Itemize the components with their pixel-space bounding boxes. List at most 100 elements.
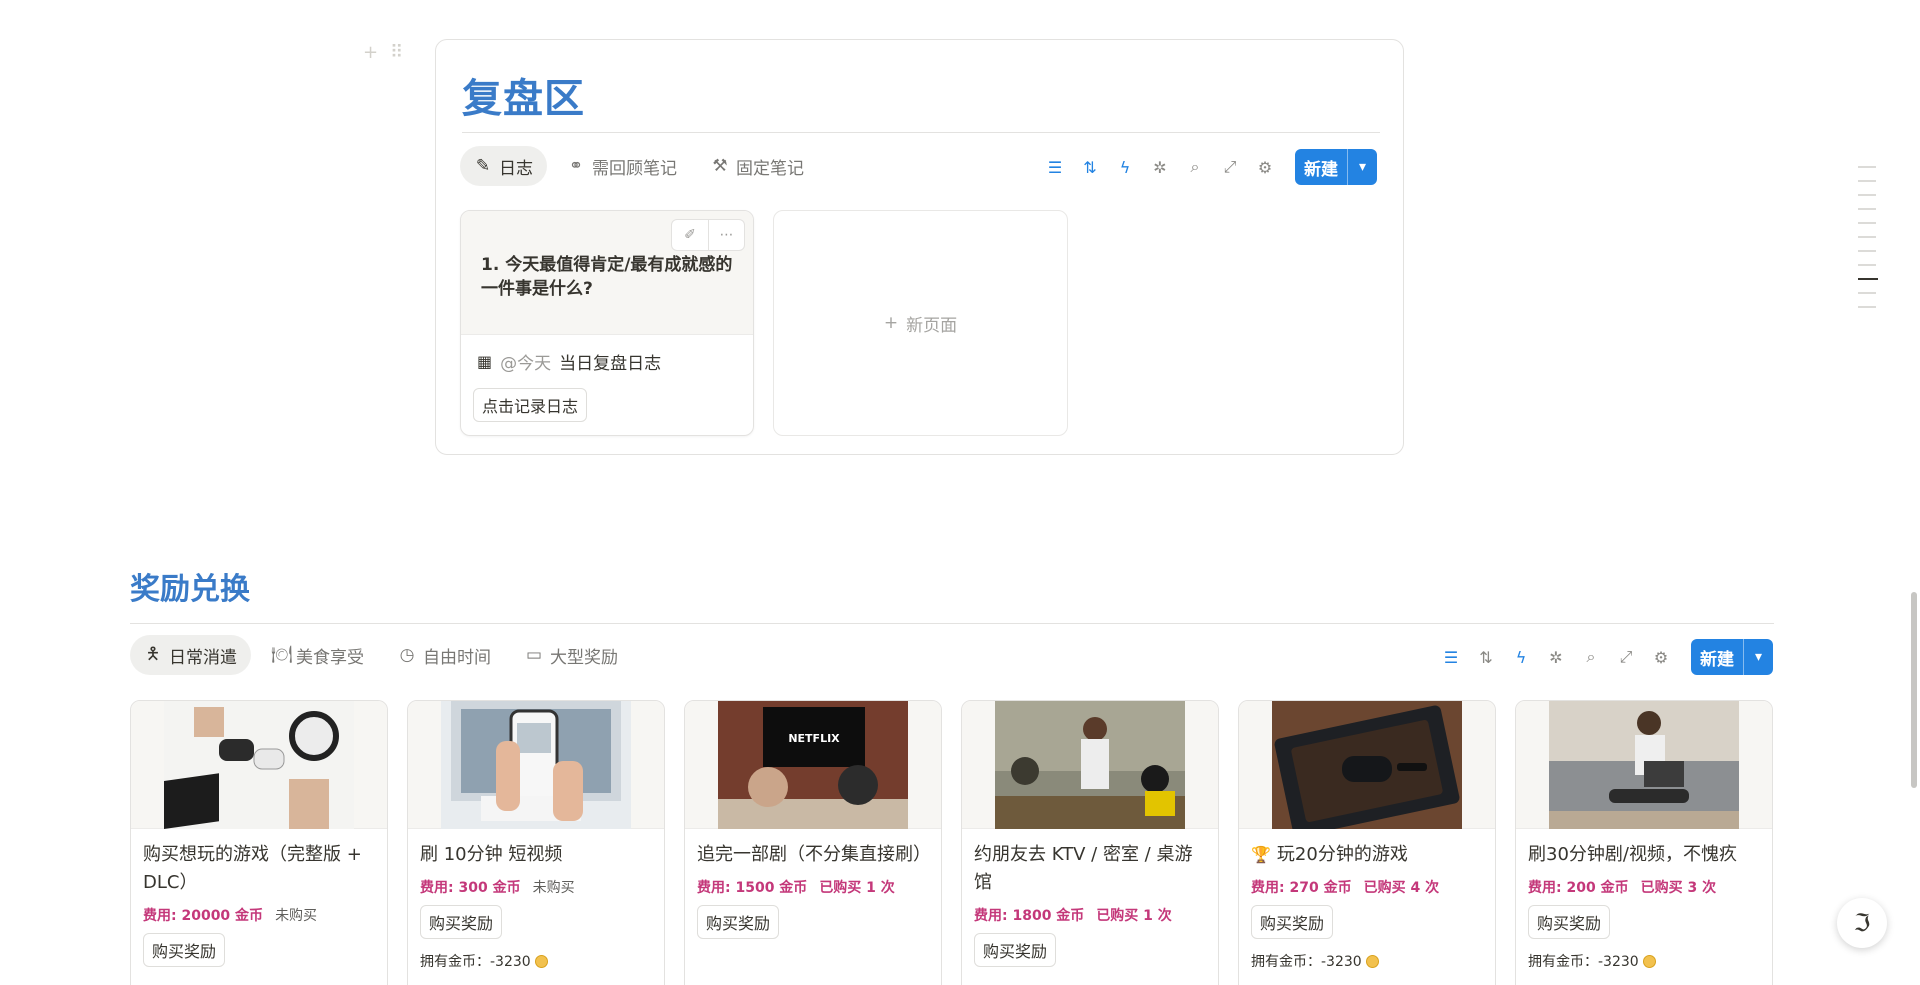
reward-cost: 费用: 200 金币 bbox=[1528, 880, 1629, 896]
reward-title: 刷 10分钟 短视频 bbox=[420, 844, 563, 865]
reward-card[interactable]: NETFLIX 追完一部剧（不分集直接刷） 费用: 1500 金币 已购买 1 … bbox=[684, 700, 942, 985]
search-icon[interactable]: ⌕ bbox=[1184, 156, 1206, 178]
outline-item-current[interactable] bbox=[1858, 278, 1878, 280]
reward-title: 约朋友去 KTV / 密室 / 桌游馆 bbox=[974, 844, 1193, 893]
reward-bought-status: 已购买 4 次 bbox=[1363, 880, 1440, 896]
outline-item[interactable] bbox=[1858, 264, 1876, 266]
automation-icon[interactable]: ϟ bbox=[1114, 156, 1136, 178]
outline-item[interactable] bbox=[1858, 194, 1876, 196]
reward-cost: 费用: 20000 金币 bbox=[143, 908, 264, 924]
card-actions: ✐ ⋯ bbox=[671, 219, 745, 251]
filter-icon[interactable]: ☰ bbox=[1044, 156, 1066, 178]
tab-free-time[interactable]: ◷ 自由时间 bbox=[384, 635, 505, 675]
new-button[interactable]: 新建 ▾ bbox=[1691, 639, 1773, 675]
add-block-icon[interactable]: + bbox=[363, 42, 378, 63]
pencil-icon: ✎ bbox=[475, 156, 491, 176]
controllers-photo bbox=[164, 701, 354, 829]
journal-card[interactable]: ✐ ⋯ 1. 今天最值得肯定/最有成就感的一件事是什么? ▦ @今天 当日复盘日… bbox=[460, 210, 754, 436]
chevron-down-icon[interactable]: ▾ bbox=[1347, 149, 1377, 185]
tab-daily-fun[interactable]: 🯅 日常消遣 bbox=[130, 635, 251, 675]
reward-bought-status: 已购买 3 次 bbox=[1640, 880, 1717, 896]
reward-card[interactable]: 约朋友去 KTV / 密室 / 桌游馆 费用: 1800 金币 已购买 1 次 … bbox=[961, 700, 1219, 985]
ai-sparkle-icon[interactable]: ✲ bbox=[1149, 156, 1171, 178]
more-icon[interactable]: ⋯ bbox=[708, 220, 744, 250]
reward-bought-status: 已购买 1 次 bbox=[819, 880, 895, 896]
buy-reward-button[interactable]: 购买奖励 bbox=[697, 905, 780, 939]
scrollbar[interactable] bbox=[1911, 592, 1917, 788]
coin-icon bbox=[534, 954, 548, 968]
card-cover: ✐ ⋯ 1. 今天最值得肯定/最有成就感的一件事是什么? bbox=[461, 211, 753, 335]
buy-reward-button[interactable]: 购买奖励 bbox=[143, 933, 226, 967]
mention-date: @今天 bbox=[500, 354, 552, 374]
search-icon[interactable]: ⌕ bbox=[1580, 646, 1602, 668]
utensils-icon: 🍽 bbox=[271, 645, 293, 665]
outline-item[interactable] bbox=[1858, 166, 1876, 168]
sort-icon[interactable]: ⇅ bbox=[1475, 646, 1497, 668]
settings-icon[interactable]: ⚙ bbox=[1650, 646, 1672, 668]
chevron-down-icon[interactable]: ▾ bbox=[1743, 639, 1773, 675]
binoculars-icon: ⚭ bbox=[568, 156, 584, 176]
outline-item[interactable] bbox=[1858, 222, 1876, 224]
rewards-title: 奖励兑换 bbox=[130, 572, 250, 607]
tab-journal[interactable]: ✎ 日志 bbox=[460, 146, 547, 186]
reward-bought-status: 已购买 1 次 bbox=[1096, 908, 1172, 924]
rewards-toolbar: ☰ ⇅ ϟ ✲ ⌕ ⤢ ⚙ 新建 ▾ bbox=[1440, 639, 1773, 675]
card-cover bbox=[1516, 701, 1772, 829]
ai-sparkle-icon[interactable]: ✲ bbox=[1545, 646, 1567, 668]
review-toolbar: ☰ ⇅ ϟ ✲ ⌕ ⤢ ⚙ 新建 ▾ bbox=[1044, 149, 1377, 185]
page-outline[interactable] bbox=[1858, 166, 1878, 308]
reward-cost: 费用: 1500 金币 bbox=[697, 880, 808, 896]
reward-title: 刷30分钟剧/视频，不愧疚 bbox=[1528, 844, 1737, 865]
divider bbox=[130, 623, 1774, 624]
page-mention[interactable]: ▦ @今天 当日复盘日志 bbox=[461, 335, 753, 374]
card-cover: NETFLIX bbox=[685, 701, 941, 829]
tab-review-notes[interactable]: ⚭ 需回顾笔记 bbox=[553, 146, 691, 186]
buy-reward-button[interactable]: 购买奖励 bbox=[1251, 905, 1334, 939]
owned-coins: 拥有金币：-3230 bbox=[1251, 951, 1483, 971]
outline-item[interactable] bbox=[1858, 250, 1876, 252]
tab-label: 自由时间 bbox=[423, 647, 491, 668]
sort-icon[interactable]: ⇅ bbox=[1079, 156, 1101, 178]
card-cover bbox=[1239, 701, 1495, 829]
outline-item[interactable] bbox=[1858, 180, 1876, 182]
tab-big-rewards[interactable]: ▭ 大型奖励 bbox=[511, 635, 632, 675]
hammer-icon: ⚒ bbox=[712, 156, 728, 176]
help-button[interactable]: ℑ bbox=[1837, 898, 1887, 948]
tab-label: 大型奖励 bbox=[550, 647, 618, 668]
outline-item[interactable] bbox=[1858, 306, 1876, 308]
reward-card[interactable]: 🏆 玩20分钟的游戏 费用: 270 金币 已购买 4 次 购买奖励 拥有金币：-… bbox=[1238, 700, 1496, 985]
tab-label: 需回顾笔记 bbox=[592, 158, 677, 179]
person-icon: 🯅 bbox=[145, 643, 161, 664]
edit-icon[interactable]: ✐ bbox=[672, 220, 708, 250]
buy-reward-button[interactable]: 购买奖励 bbox=[420, 905, 503, 939]
new-button[interactable]: 新建 ▾ bbox=[1295, 149, 1377, 185]
settings-icon[interactable]: ⚙ bbox=[1254, 156, 1276, 178]
tab-label: 日志 bbox=[499, 158, 533, 179]
reward-title: 玩20分钟的游戏 bbox=[1276, 844, 1408, 865]
outline-item[interactable] bbox=[1858, 208, 1876, 210]
outline-item[interactable] bbox=[1858, 236, 1876, 238]
coins-label: 拥有金币：-3230 bbox=[1528, 954, 1639, 970]
card-cover bbox=[408, 701, 664, 829]
new-page-card[interactable]: + 新页面 bbox=[773, 210, 1068, 436]
drag-handle-icon[interactable]: ⠿ bbox=[390, 42, 403, 63]
outline-item[interactable] bbox=[1858, 292, 1876, 294]
buy-reward-button[interactable]: 购买奖励 bbox=[1528, 905, 1611, 939]
block-handle[interactable]: + ⠿ bbox=[363, 42, 403, 63]
buy-reward-button[interactable]: 购买奖励 bbox=[974, 933, 1057, 967]
automation-icon[interactable]: ϟ bbox=[1510, 646, 1532, 668]
new-button-label: 新建 bbox=[1700, 649, 1734, 670]
tab-pinned-notes[interactable]: ⚒ 固定笔记 bbox=[697, 146, 818, 186]
divider bbox=[462, 132, 1380, 133]
record-journal-button[interactable]: 点击记录日志 bbox=[473, 388, 588, 422]
reward-card[interactable]: 刷30分钟剧/视频，不愧疚 费用: 200 金币 已购买 3 次 购买奖励 拥有… bbox=[1515, 700, 1773, 985]
expand-icon[interactable]: ⤢ bbox=[1615, 646, 1637, 668]
tab-food[interactable]: 🍽 美食享受 bbox=[257, 635, 378, 675]
new-button-label: 新建 bbox=[1304, 159, 1338, 180]
reward-card[interactable]: 购买想玩的游戏（完整版 + DLC） 费用: 20000 金币 未购买 购买奖励 bbox=[130, 700, 388, 985]
expand-icon[interactable]: ⤢ bbox=[1219, 156, 1241, 178]
card-cover bbox=[962, 701, 1218, 829]
filter-icon[interactable]: ☰ bbox=[1440, 646, 1462, 668]
plus-icon: + bbox=[883, 313, 899, 333]
reward-card[interactable]: 刷 10分钟 短视频 费用: 300 金币 未购买 购买奖励 拥有金币：-323… bbox=[407, 700, 665, 985]
